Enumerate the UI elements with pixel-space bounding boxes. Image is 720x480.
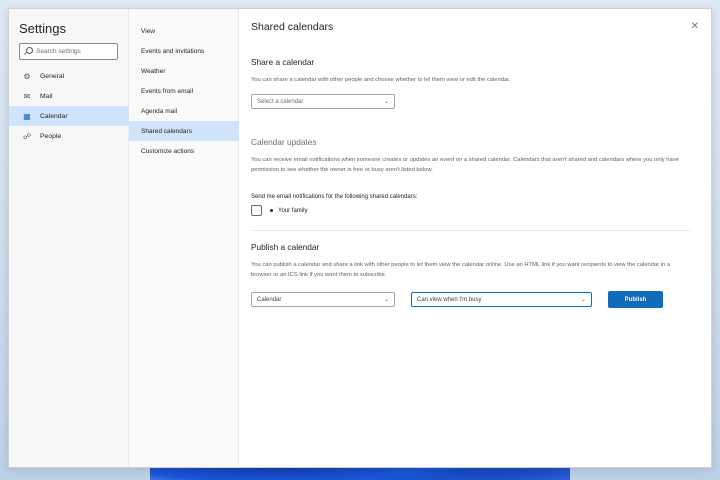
subnav-item-agenda-mail[interactable]: Agenda mail	[129, 101, 239, 121]
sidebar-item-calendar[interactable]: ▦ Calendar	[9, 106, 129, 126]
mail-icon: ✉	[23, 91, 31, 101]
gear-icon: ⚙	[23, 71, 31, 81]
sidebar-item-label: Calendar	[40, 112, 68, 120]
share-heading: Share a calendar	[251, 57, 315, 67]
your-family-checkbox[interactable]	[251, 205, 262, 216]
people-icon: ☍	[22, 131, 32, 141]
publish-permission-text: Can view when I'm busy	[417, 296, 482, 303]
share-calendar-select[interactable]: Select a calendar ⌄	[251, 94, 395, 109]
sidebar-item-label: People	[40, 132, 62, 140]
settings-title: Settings	[19, 21, 66, 36]
share-description: You can share a calendar with other peop…	[251, 77, 511, 83]
secondary-nav: View Events and invitations Weather Even…	[129, 21, 239, 161]
sidebar-item-general[interactable]: ⚙ General	[9, 66, 129, 86]
primary-nav: ⚙ General ✉ Mail ▦ Calendar ☍ People	[9, 66, 129, 146]
search-icon	[24, 47, 33, 56]
subnav-item-view[interactable]: View	[129, 21, 239, 41]
calendar-color-dot	[270, 209, 273, 212]
shared-calendar-option: Your family	[251, 205, 307, 216]
sidebar-item-label: General	[40, 72, 65, 80]
page-title: Shared calendars	[251, 21, 334, 33]
publish-description: You can publish a calendar and share a l…	[251, 262, 671, 278]
calendar-icon: ▦	[23, 111, 31, 121]
subnav-item-events-invitations[interactable]: Events and invitations	[129, 41, 239, 61]
publish-calendar-select[interactable]: Calendar ⌄	[251, 292, 395, 307]
settings-content: Shared calendars ✕ Share a calendar You …	[239, 9, 711, 467]
section-divider	[251, 230, 691, 231]
settings-sidebar: Settings ⚙ General ✉ Mail ▦ Calendar ☍ P…	[9, 9, 129, 467]
chevron-down-icon: ⌄	[383, 99, 389, 105]
search-box[interactable]	[19, 43, 118, 60]
share-select-text: Select a calendar	[257, 98, 304, 105]
updates-heading: Calendar updates	[251, 137, 317, 147]
publish-heading: Publish a calendar	[251, 242, 320, 252]
sidebar-item-people[interactable]: ☍ People	[9, 126, 129, 146]
publish-permission-select[interactable]: Can view when I'm busy ⌄	[411, 292, 592, 307]
publish-calendar-text: Calendar	[257, 296, 282, 303]
subnav-item-events-from-email[interactable]: Events from email	[129, 81, 239, 101]
publish-button[interactable]: Publish	[608, 291, 663, 308]
chevron-down-icon: ⌄	[580, 297, 586, 303]
your-family-label: Your family	[278, 207, 308, 214]
updates-description: You can receive email notifications when…	[251, 157, 679, 173]
subnav-item-shared-calendars[interactable]: Shared calendars	[129, 121, 239, 141]
sidebar-item-mail[interactable]: ✉ Mail	[9, 86, 129, 106]
subnav-item-customize-actions[interactable]: Customize actions	[129, 141, 239, 161]
close-icon[interactable]: ✕	[691, 21, 699, 32]
settings-window: Settings ⚙ General ✉ Mail ▦ Calendar ☍ P…	[8, 8, 712, 468]
sidebar-item-label: Mail	[40, 92, 53, 100]
search-input[interactable]	[36, 48, 116, 55]
calendar-subnav: View Events and invitations Weather Even…	[129, 9, 239, 467]
subnav-item-weather[interactable]: Weather	[129, 61, 239, 81]
send-notifications-label: Send me email notifications for the foll…	[251, 194, 418, 200]
chevron-down-icon: ⌄	[383, 297, 389, 303]
